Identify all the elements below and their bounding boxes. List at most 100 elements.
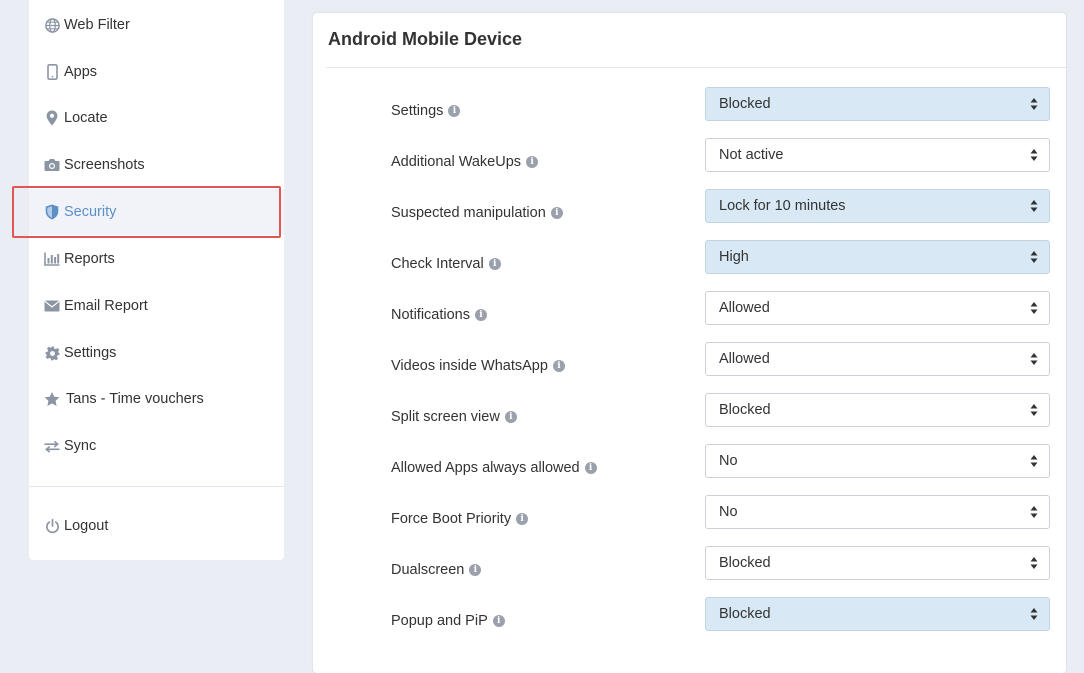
setting-select[interactable]: Lock for 10 minutes bbox=[705, 189, 1050, 223]
sidebar-item-label: Web Filter bbox=[64, 17, 130, 33]
setting-select-value: Allowed bbox=[719, 300, 770, 316]
setting-row: Settings i Blocked bbox=[313, 87, 1066, 135]
setting-select-value: Not active bbox=[719, 147, 784, 163]
info-icon[interactable]: i bbox=[584, 462, 597, 474]
sidebar-item-reports[interactable]: Reports bbox=[29, 236, 284, 282]
setting-select[interactable]: High bbox=[705, 240, 1050, 274]
setting-row: Dualscreen i Blocked bbox=[313, 546, 1066, 594]
setting-select[interactable]: No bbox=[705, 444, 1050, 478]
select-caret-icon bbox=[1030, 404, 1038, 416]
camera-icon bbox=[44, 157, 60, 173]
setting-select-value: Blocked bbox=[719, 402, 771, 418]
sidebar-item-label: Sync bbox=[64, 438, 97, 454]
logout-label: Logout bbox=[64, 518, 109, 534]
setting-label: Allowed Apps always allowed i bbox=[391, 456, 597, 480]
select-caret-icon bbox=[1030, 200, 1038, 212]
setting-select[interactable]: Blocked bbox=[705, 546, 1050, 580]
select-caret-icon bbox=[1030, 149, 1038, 161]
sidebar-item-security[interactable]: Security bbox=[29, 189, 284, 235]
power-icon bbox=[44, 518, 60, 534]
setting-select[interactable]: No bbox=[705, 495, 1050, 529]
sidebar-item-screenshots[interactable]: Screenshots bbox=[29, 142, 284, 188]
setting-row: Split screen view i Blocked bbox=[313, 393, 1066, 441]
setting-select-value: Allowed bbox=[719, 351, 770, 367]
setting-select-value: Blocked bbox=[719, 555, 771, 571]
sidebar-item-locate[interactable]: Locate bbox=[29, 95, 284, 141]
setting-select[interactable]: Blocked bbox=[705, 597, 1050, 631]
sidebar: Web Filter Apps Locate Screenshots Secur… bbox=[29, 0, 284, 560]
panel-title: Android Mobile Device bbox=[328, 29, 523, 49]
info-icon[interactable]: i bbox=[504, 411, 517, 423]
setting-label-text: Check Interval bbox=[391, 256, 484, 272]
setting-select[interactable]: Not active bbox=[705, 138, 1050, 172]
shield-icon bbox=[44, 204, 60, 220]
mobile-icon bbox=[44, 64, 60, 80]
info-icon[interactable]: i bbox=[474, 309, 487, 321]
sidebar-item-label: Reports bbox=[64, 251, 115, 267]
map-pin-icon bbox=[44, 110, 60, 126]
setting-label: Force Boot Priority i bbox=[391, 507, 529, 531]
setting-label: Additional WakeUps i bbox=[391, 150, 539, 174]
setting-row: Videos inside WhatsApp i Allowed bbox=[313, 342, 1066, 390]
setting-label-text: Allowed Apps always allowed bbox=[391, 460, 580, 476]
sidebar-item-email-report[interactable]: Email Report bbox=[29, 283, 284, 329]
setting-label-text: Popup and PiP bbox=[391, 613, 488, 629]
setting-select-value: No bbox=[719, 453, 738, 469]
select-caret-icon bbox=[1030, 353, 1038, 365]
info-icon[interactable]: i bbox=[448, 105, 461, 117]
star-icon bbox=[44, 391, 60, 407]
select-caret-icon bbox=[1030, 98, 1038, 110]
setting-select-value: No bbox=[719, 504, 738, 520]
setting-label-text: Force Boot Priority bbox=[391, 511, 512, 527]
info-icon[interactable]: i bbox=[488, 258, 501, 270]
sidebar-item-web-filter[interactable]: Web Filter bbox=[29, 2, 284, 48]
setting-label: Notifications i bbox=[391, 303, 487, 327]
info-icon[interactable]: i bbox=[550, 207, 563, 219]
setting-label-text: Videos inside WhatsApp bbox=[391, 358, 548, 374]
setting-select[interactable]: Blocked bbox=[705, 87, 1050, 121]
info-icon[interactable]: i bbox=[552, 360, 565, 372]
info-icon[interactable]: i bbox=[526, 156, 539, 168]
globe-icon bbox=[44, 17, 60, 33]
setting-row: Notifications i Allowed bbox=[313, 291, 1066, 339]
select-caret-icon bbox=[1030, 608, 1038, 620]
setting-label-text: Additional WakeUps bbox=[391, 154, 522, 170]
setting-select[interactable]: Allowed bbox=[705, 342, 1050, 376]
envelope-icon bbox=[44, 298, 60, 314]
select-caret-icon bbox=[1030, 302, 1038, 314]
sidebar-item-apps[interactable]: Apps bbox=[29, 49, 284, 95]
setting-select-value: High bbox=[719, 249, 749, 265]
info-icon[interactable]: i bbox=[516, 513, 529, 525]
setting-label-text: Dualscreen bbox=[391, 562, 465, 578]
select-caret-icon bbox=[1030, 455, 1038, 467]
sidebar-item-sync[interactable]: Sync bbox=[29, 423, 284, 469]
setting-row: Force Boot Priority i No bbox=[313, 495, 1066, 543]
setting-select[interactable]: Allowed bbox=[705, 291, 1050, 325]
setting-label: Videos inside WhatsApp i bbox=[391, 354, 565, 378]
sidebar-item-label: Screenshots bbox=[64, 157, 145, 173]
setting-label-text: Suspected manipulation bbox=[391, 205, 546, 221]
select-caret-icon bbox=[1030, 557, 1038, 569]
sidebar-item-label: Tans - Time vouchers bbox=[66, 391, 204, 407]
sidebar-item-label: Security bbox=[64, 204, 117, 220]
info-icon[interactable]: i bbox=[492, 615, 505, 627]
setting-label: Dualscreen i bbox=[391, 558, 482, 582]
sidebar-item-label: Settings bbox=[64, 345, 117, 361]
select-caret-icon bbox=[1030, 251, 1038, 263]
bar-chart-icon bbox=[44, 251, 60, 267]
setting-row: Allowed Apps always allowed i No bbox=[313, 444, 1066, 492]
setting-row: Additional WakeUps i Not active bbox=[313, 138, 1066, 186]
sync-arrows-icon bbox=[44, 438, 60, 454]
sidebar-item-label: Email Report bbox=[64, 298, 148, 314]
setting-label: Suspected manipulation i bbox=[391, 201, 563, 225]
sidebar-item-settings[interactable]: Settings bbox=[29, 330, 284, 376]
sidebar-item-tans-time-vouchers[interactable]: Tans - Time vouchers bbox=[29, 376, 284, 422]
setting-select-value: Blocked bbox=[719, 606, 771, 622]
setting-label: Popup and PiP i bbox=[391, 609, 505, 633]
select-caret-icon bbox=[1030, 506, 1038, 518]
setting-row: Check Interval i High bbox=[313, 240, 1066, 288]
info-icon[interactable]: i bbox=[469, 564, 482, 576]
logout-button[interactable]: Logout bbox=[29, 503, 284, 549]
setting-label-text: Settings bbox=[391, 103, 444, 119]
setting-select[interactable]: Blocked bbox=[705, 393, 1050, 427]
